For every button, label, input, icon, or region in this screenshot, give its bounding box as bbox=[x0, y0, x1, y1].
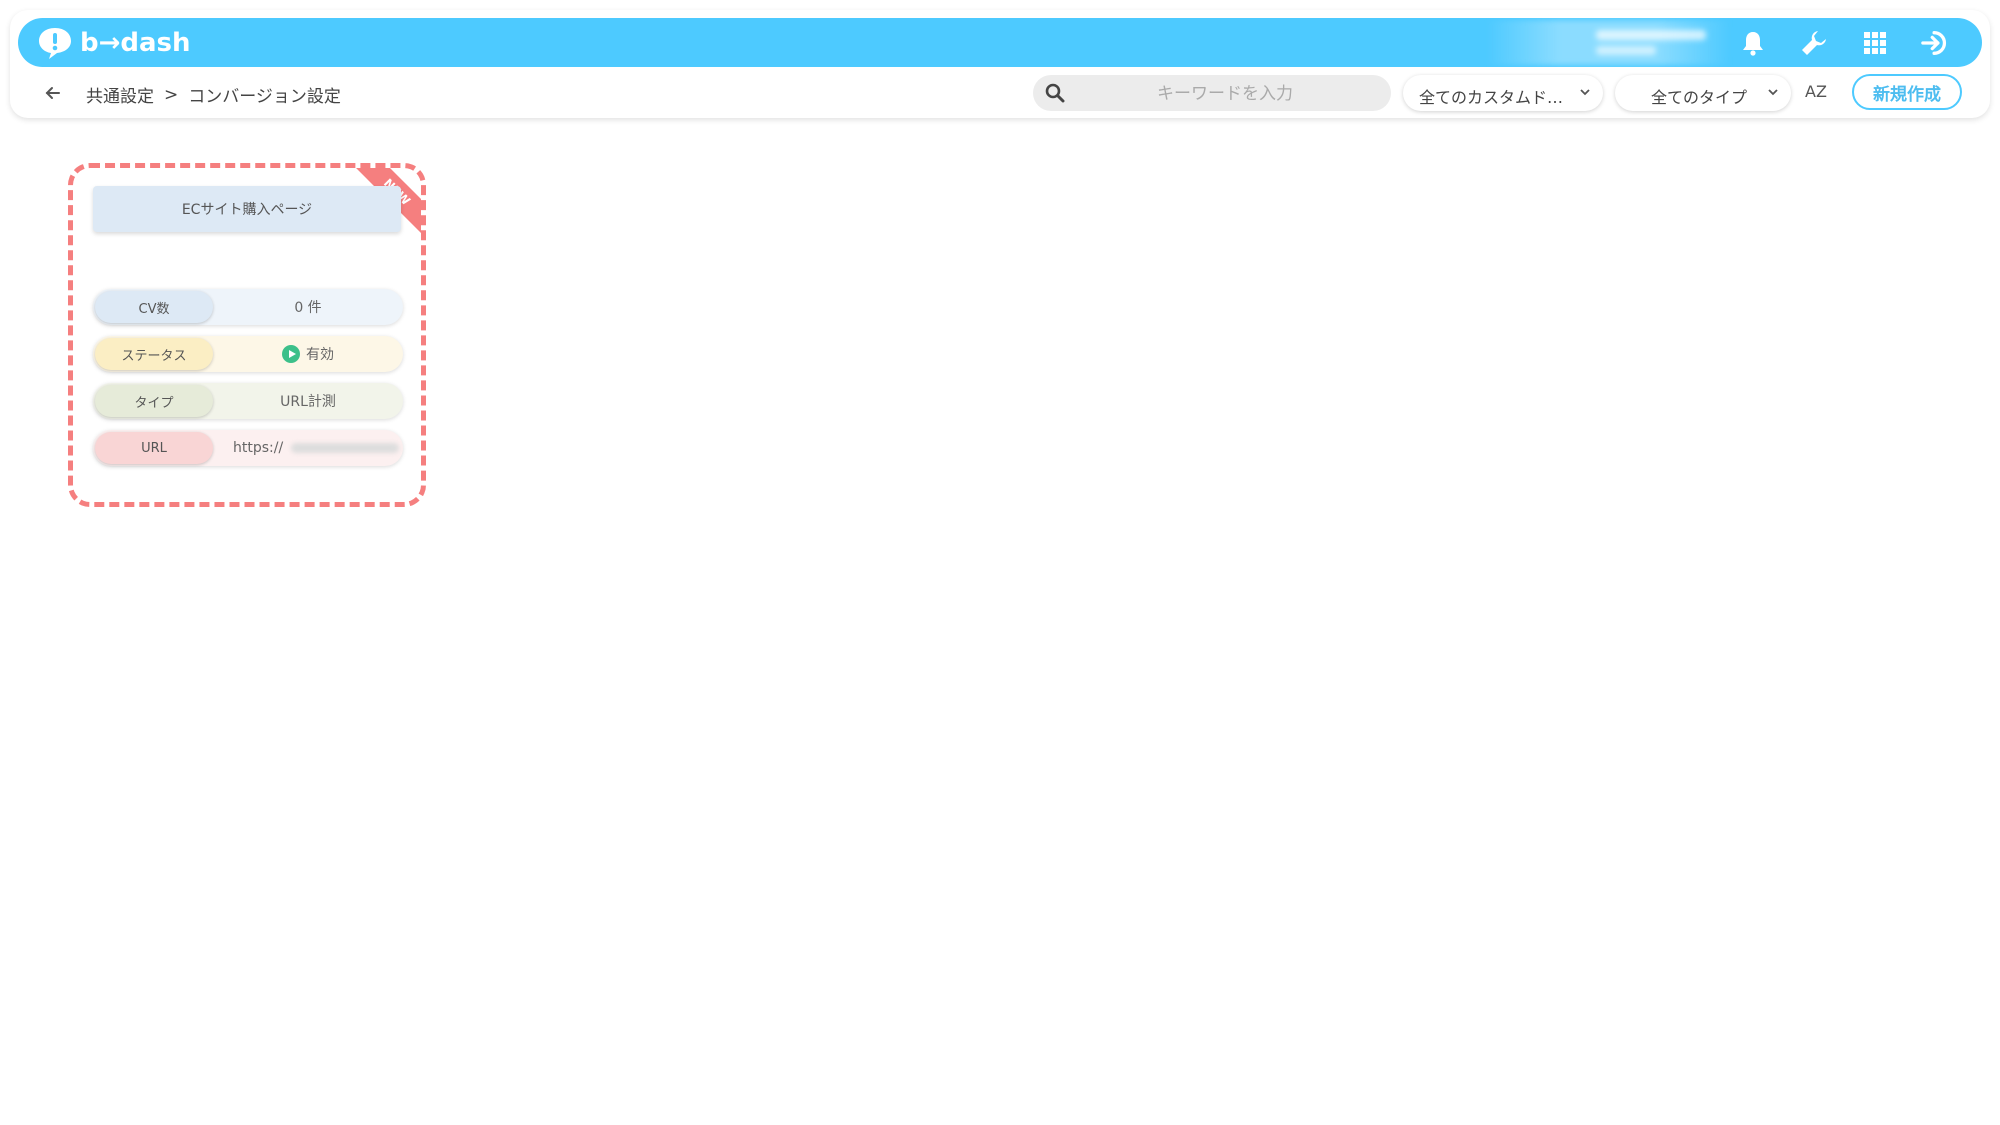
chevron-down-icon bbox=[1580, 89, 1590, 96]
grid-icon[interactable] bbox=[1860, 28, 1890, 58]
row-key: タイプ bbox=[95, 385, 213, 417]
wrench-icon[interactable] bbox=[1799, 28, 1829, 58]
sub-toolbar: 共通設定 > コンバージョン設定 全てのカスタムド… 全てのタイプ AZ 新規作… bbox=[30, 74, 1970, 113]
row-key: URL bbox=[95, 432, 213, 464]
bell-icon[interactable] bbox=[1738, 28, 1768, 58]
custom-domain-filter-label: 全てのカスタムド… bbox=[1419, 88, 1564, 107]
sort-az-button[interactable]: AZ bbox=[1805, 82, 1827, 101]
type-row: タイプ URL計測 bbox=[93, 383, 403, 419]
row-value: URL計測 bbox=[280, 394, 336, 410]
user-info-blurred[interactable] bbox=[1486, 20, 1731, 65]
status-value: 有効 bbox=[217, 336, 399, 372]
row-key: CV数 bbox=[95, 291, 213, 323]
cv-count-row: CV数 0 件 bbox=[93, 289, 403, 325]
row-value: 0 件 bbox=[294, 300, 322, 316]
logo-text: b→dash bbox=[80, 28, 191, 58]
brand-logo[interactable]: b→dash bbox=[36, 24, 191, 62]
status-text: 有効 bbox=[306, 347, 334, 363]
type-filter[interactable]: 全てのタイプ bbox=[1615, 75, 1791, 111]
logo-bubble-icon bbox=[39, 28, 71, 59]
row-key: ステータス bbox=[95, 338, 213, 370]
play-icon bbox=[282, 345, 300, 363]
custom-domain-filter[interactable]: 全てのカスタムド… bbox=[1403, 75, 1603, 111]
url-value: https:// bbox=[217, 430, 399, 466]
back-arrow-icon[interactable] bbox=[42, 82, 64, 104]
breadcrumb-current: コンバージョン設定 bbox=[188, 87, 341, 107]
status-row: ステータス 有効 bbox=[93, 336, 403, 372]
url-blurred bbox=[291, 443, 399, 453]
url-prefix: https:// bbox=[233, 440, 284, 456]
search-input[interactable] bbox=[1073, 75, 1377, 113]
create-new-button[interactable]: 新規作成 bbox=[1852, 74, 1962, 110]
url-row: URL https:// bbox=[93, 430, 403, 466]
chevron-down-icon bbox=[1768, 89, 1778, 96]
conversion-card[interactable]: NEW ECサイト購入ページ CV数 0 件 ステータス 有効 タイプ URL計… bbox=[68, 163, 426, 507]
type-filter-label: 全てのタイプ bbox=[1651, 88, 1748, 107]
search-icon bbox=[1045, 83, 1065, 103]
breadcrumb: 共通設定 > コンバージョン設定 bbox=[86, 82, 341, 108]
breadcrumb-parent[interactable]: 共通設定 bbox=[86, 82, 154, 107]
breadcrumb-separator: > bbox=[164, 84, 179, 105]
search-box bbox=[1033, 75, 1391, 113]
top-navigation-bar: b→dash bbox=[18, 18, 1982, 67]
card-title[interactable]: ECサイト購入ページ bbox=[93, 186, 401, 232]
logout-icon[interactable] bbox=[1921, 28, 1951, 58]
